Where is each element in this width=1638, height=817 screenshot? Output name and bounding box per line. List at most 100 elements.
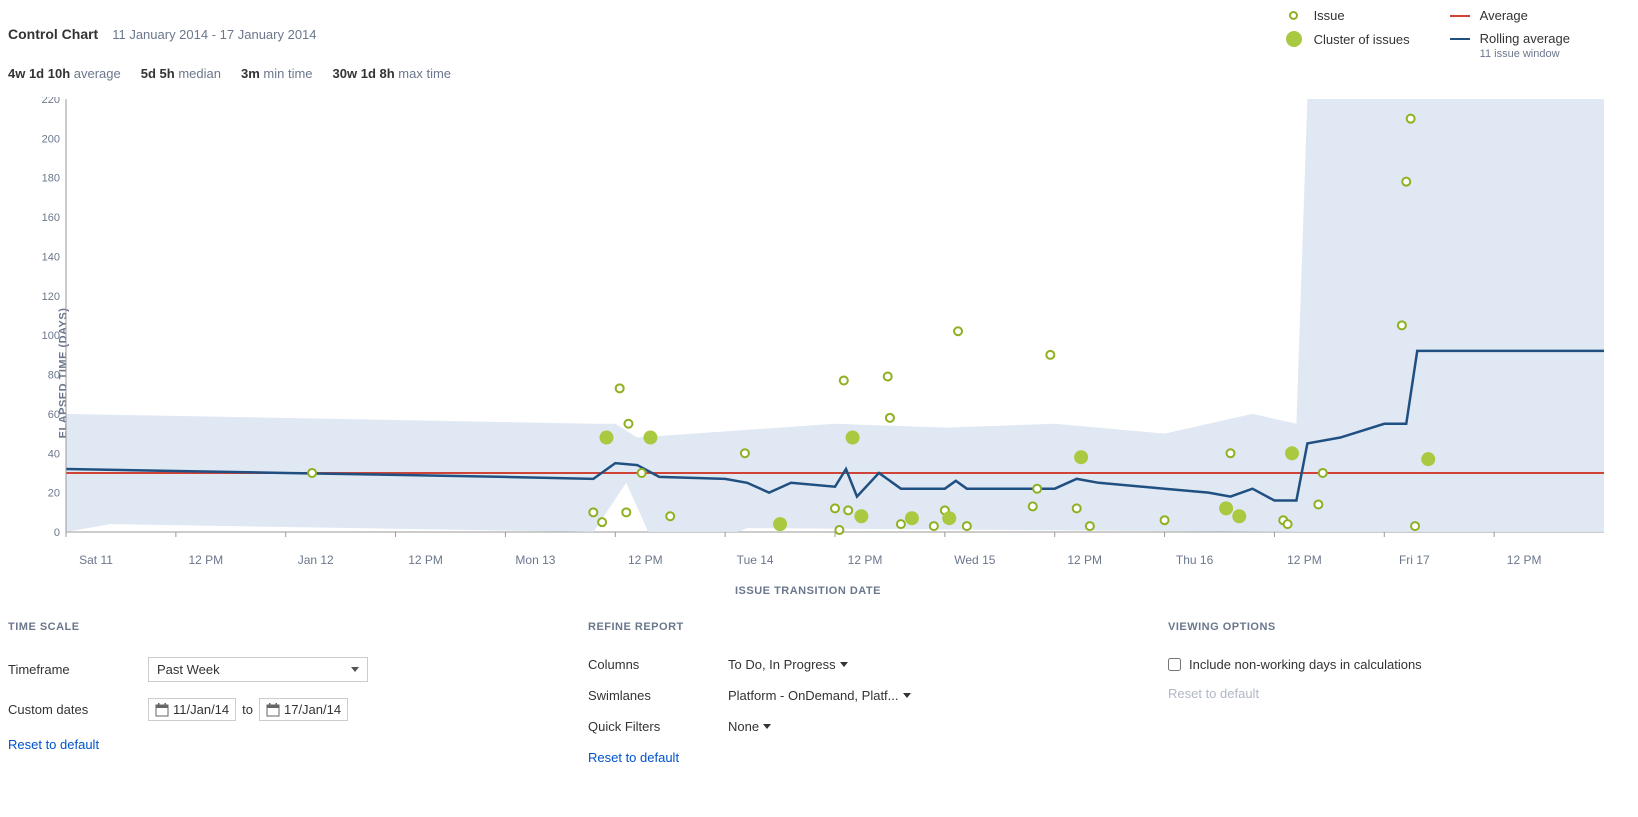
issue-point[interactable] [1402, 178, 1410, 186]
include-nonworking-checkbox[interactable] [1168, 658, 1181, 671]
rolling-line-icon [1450, 38, 1470, 40]
cluster-point[interactable] [942, 511, 956, 525]
viewing-section: VIEWING OPTIONS Include non-working days… [1168, 621, 1422, 765]
swimlanes-value: Platform - OnDemand, Platf... [728, 688, 899, 703]
issue-point[interactable] [598, 518, 606, 526]
cluster-point[interactable] [599, 431, 613, 445]
issue-point[interactable] [1046, 351, 1054, 359]
issue-point[interactable] [1411, 522, 1419, 530]
x-tick: Sat 11 [79, 553, 113, 567]
svg-text:80: 80 [48, 370, 60, 382]
issue-point[interactable] [1029, 502, 1037, 510]
issue-point[interactable] [1226, 449, 1234, 457]
issue-point[interactable] [840, 376, 848, 384]
issue-point[interactable] [666, 512, 674, 520]
issue-point[interactable] [1319, 469, 1327, 477]
to-separator: to [242, 702, 253, 717]
issue-point[interactable] [1407, 115, 1415, 123]
cluster-point[interactable] [643, 431, 657, 445]
section-header-refine: REFINE REPORT [588, 621, 1108, 633]
svg-text:120: 120 [42, 291, 60, 303]
columns-dropdown[interactable]: To Do, In Progress [728, 657, 848, 672]
cluster-point[interactable] [905, 511, 919, 525]
issue-point[interactable] [1033, 485, 1041, 493]
x-tick: Thu 16 [1176, 553, 1213, 567]
columns-label: Columns [588, 657, 728, 672]
time-scale-section: TIME SCALE Timeframe Past Week Custom da… [8, 621, 528, 765]
from-date-input[interactable]: 11/Jan/14 [148, 698, 236, 721]
issue-point[interactable] [886, 414, 894, 422]
issue-point[interactable] [954, 327, 962, 335]
issue-point[interactable] [831, 504, 839, 512]
issue-point[interactable] [844, 506, 852, 514]
stat-median: 5d 5h median [141, 66, 221, 81]
issue-point[interactable] [884, 373, 892, 381]
reset-refine-link[interactable]: Reset to default [588, 750, 1108, 765]
svg-text:100: 100 [42, 330, 60, 342]
chevron-down-icon [763, 724, 771, 729]
cluster-point[interactable] [773, 517, 787, 531]
cluster-point[interactable] [1219, 501, 1233, 515]
issue-point[interactable] [308, 469, 316, 477]
section-header-time-scale: TIME SCALE [8, 621, 528, 633]
filters-dropdown[interactable]: None [728, 719, 771, 734]
issue-point[interactable] [1284, 520, 1292, 528]
issue-point[interactable] [1086, 522, 1094, 530]
issue-point[interactable] [963, 522, 971, 530]
x-tick: 12 PM [1067, 553, 1102, 567]
legend-average-label: Average [1480, 8, 1528, 23]
svg-text:20: 20 [48, 488, 60, 500]
control-chart[interactable]: 020406080100120140160180200220 [38, 97, 1608, 552]
svg-text:160: 160 [42, 212, 60, 224]
cluster-point[interactable] [854, 509, 868, 523]
issue-point[interactable] [622, 508, 630, 516]
legend-cluster-label: Cluster of issues [1314, 32, 1410, 47]
issue-point[interactable] [616, 384, 624, 392]
filters-value: None [728, 719, 759, 734]
issue-marker-icon [1289, 11, 1298, 20]
swimlanes-dropdown[interactable]: Platform - OnDemand, Platf... [728, 688, 911, 703]
cluster-point[interactable] [1074, 450, 1088, 464]
chevron-down-icon [840, 662, 848, 667]
issue-point[interactable] [1398, 321, 1406, 329]
legend-cluster: Cluster of issues [1284, 31, 1410, 47]
issue-point[interactable] [930, 522, 938, 530]
cluster-point[interactable] [1232, 509, 1246, 523]
issue-point[interactable] [624, 420, 632, 428]
issue-point[interactable] [741, 449, 749, 457]
x-tick: 12 PM [1287, 553, 1322, 567]
include-nonworking-label: Include non-working days in calculations [1189, 657, 1422, 672]
issue-point[interactable] [1161, 516, 1169, 524]
x-tick: 12 PM [408, 553, 443, 567]
calendar-icon [266, 703, 280, 717]
x-tick: 12 PM [848, 553, 883, 567]
timeframe-label: Timeframe [8, 662, 148, 677]
cluster-point[interactable] [846, 431, 860, 445]
reset-time-scale-link[interactable]: Reset to default [8, 737, 528, 752]
issue-point[interactable] [897, 520, 905, 528]
svg-text:140: 140 [42, 251, 60, 263]
reset-viewing-link: Reset to default [1168, 686, 1422, 701]
legend: Issue Cluster of issues Average Rolling … [1284, 8, 1630, 60]
cluster-point[interactable] [1285, 446, 1299, 460]
issue-point[interactable] [589, 508, 597, 516]
cluster-point[interactable] [1421, 452, 1435, 466]
x-tick: 12 PM [628, 553, 663, 567]
chevron-down-icon [903, 693, 911, 698]
to-date-value: 17/Jan/14 [284, 702, 341, 717]
timeframe-select[interactable]: Past Week [148, 657, 368, 682]
legend-rolling-sub: 11 issue window [1480, 48, 1570, 60]
calendar-icon [155, 703, 169, 717]
timeframe-value: Past Week [157, 662, 220, 677]
svg-text:0: 0 [54, 527, 60, 539]
issue-point[interactable] [1314, 500, 1322, 508]
legend-issue: Issue [1284, 8, 1410, 23]
issue-point[interactable] [1073, 504, 1081, 512]
svg-text:220: 220 [42, 97, 60, 106]
to-date-input[interactable]: 17/Jan/14 [259, 698, 348, 721]
columns-value: To Do, In Progress [728, 657, 836, 672]
issue-point[interactable] [638, 469, 646, 477]
x-tick: Wed 15 [954, 553, 995, 567]
x-axis-label: ISSUE TRANSITION DATE [8, 585, 1608, 597]
issue-point[interactable] [835, 526, 843, 534]
